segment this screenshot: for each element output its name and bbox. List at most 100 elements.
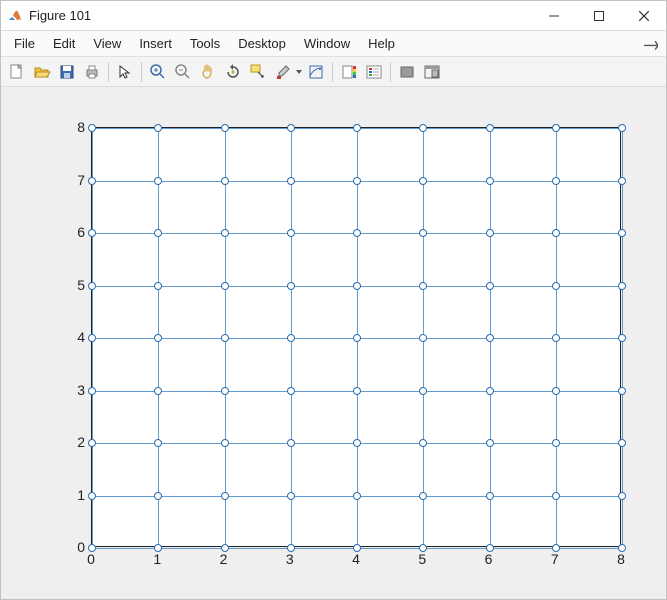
data-marker [486, 229, 494, 237]
data-marker [287, 492, 295, 500]
data-marker [552, 439, 560, 447]
link-plot-icon[interactable] [304, 60, 328, 84]
y-tick-label: 2 [51, 434, 85, 450]
data-marker [88, 124, 96, 132]
data-marker [154, 124, 162, 132]
data-marker [552, 387, 560, 395]
open-icon[interactable] [30, 60, 54, 84]
rotate-icon[interactable] [221, 60, 245, 84]
print-icon[interactable] [80, 60, 104, 84]
data-marker [552, 282, 560, 290]
data-marker [552, 124, 560, 132]
toolbar [1, 57, 666, 87]
data-marker [552, 334, 560, 342]
data-marker [88, 387, 96, 395]
data-marker [419, 492, 427, 500]
data-marker [287, 177, 295, 185]
data-marker [486, 177, 494, 185]
data-marker [419, 229, 427, 237]
data-marker [287, 124, 295, 132]
dock-icon[interactable] [420, 60, 444, 84]
zoom-out-icon[interactable] [171, 60, 195, 84]
data-marker [618, 229, 626, 237]
minimize-button[interactable] [531, 1, 576, 30]
data-marker [353, 124, 361, 132]
pan-icon[interactable] [196, 60, 220, 84]
data-marker [618, 387, 626, 395]
data-marker [353, 177, 361, 185]
data-marker [221, 387, 229, 395]
data-marker [154, 439, 162, 447]
data-marker [353, 334, 361, 342]
axes[interactable] [91, 127, 621, 547]
y-tick-label: 7 [51, 172, 85, 188]
data-cursor-icon[interactable] [246, 60, 270, 84]
data-marker [221, 439, 229, 447]
y-tick-label: 6 [51, 224, 85, 240]
new-figure-icon[interactable] [5, 60, 29, 84]
data-marker [486, 492, 494, 500]
data-marker [618, 124, 626, 132]
data-marker [221, 282, 229, 290]
data-marker [154, 282, 162, 290]
pointer-icon[interactable] [113, 60, 137, 84]
data-marker [486, 387, 494, 395]
x-tick-label: 2 [220, 551, 228, 599]
data-marker [88, 439, 96, 447]
data-marker [154, 492, 162, 500]
data-marker [419, 334, 427, 342]
data-marker [419, 177, 427, 185]
data-marker [618, 492, 626, 500]
data-marker [221, 334, 229, 342]
brush-icon[interactable] [271, 60, 295, 84]
data-marker [287, 282, 295, 290]
menu-tools[interactable]: Tools [181, 33, 229, 54]
data-marker [552, 492, 560, 500]
axes-container: 012345678012345678 [51, 117, 641, 577]
close-button[interactable] [621, 1, 666, 30]
x-tick-label: 3 [286, 551, 294, 599]
toolbar-separator [141, 62, 142, 82]
data-marker [88, 492, 96, 500]
menu-edit[interactable]: Edit [44, 33, 84, 54]
menu-desktop[interactable]: Desktop [229, 33, 295, 54]
menu-insert[interactable]: Insert [130, 33, 181, 54]
data-marker [287, 387, 295, 395]
brush-dropdown-icon[interactable] [295, 60, 303, 84]
maximize-button[interactable] [576, 1, 621, 30]
minimize-toolbar-icon[interactable] [644, 37, 658, 51]
toolbar-separator [108, 62, 109, 82]
menu-window[interactable]: Window [295, 33, 359, 54]
menubar: File Edit View Insert Tools Desktop Wind… [1, 31, 666, 57]
x-tick-label: 7 [551, 551, 559, 599]
zoom-in-icon[interactable] [146, 60, 170, 84]
x-tick-label: 4 [352, 551, 360, 599]
insert-legend-icon[interactable] [362, 60, 386, 84]
hide-tools-icon[interactable] [395, 60, 419, 84]
x-tick-label: 1 [153, 551, 161, 599]
data-marker [353, 387, 361, 395]
y-tick-label: 3 [51, 382, 85, 398]
insert-colorbar-icon[interactable] [337, 60, 361, 84]
menu-file[interactable]: File [5, 33, 44, 54]
menu-help[interactable]: Help [359, 33, 404, 54]
data-marker [221, 492, 229, 500]
y-tick-label: 5 [51, 277, 85, 293]
x-tick-label: 8 [617, 551, 625, 599]
x-tick-label: 5 [418, 551, 426, 599]
data-marker [154, 387, 162, 395]
data-marker [221, 229, 229, 237]
data-marker [88, 177, 96, 185]
figure-area: 012345678012345678 [1, 87, 666, 599]
y-tick-label: 8 [51, 119, 85, 135]
data-marker [88, 229, 96, 237]
data-marker [552, 177, 560, 185]
menu-view[interactable]: View [84, 33, 130, 54]
data-marker [353, 282, 361, 290]
data-marker [353, 229, 361, 237]
data-marker [552, 229, 560, 237]
save-icon[interactable] [55, 60, 79, 84]
window-controls [531, 1, 666, 30]
toolbar-separator [390, 62, 391, 82]
data-marker [618, 439, 626, 447]
